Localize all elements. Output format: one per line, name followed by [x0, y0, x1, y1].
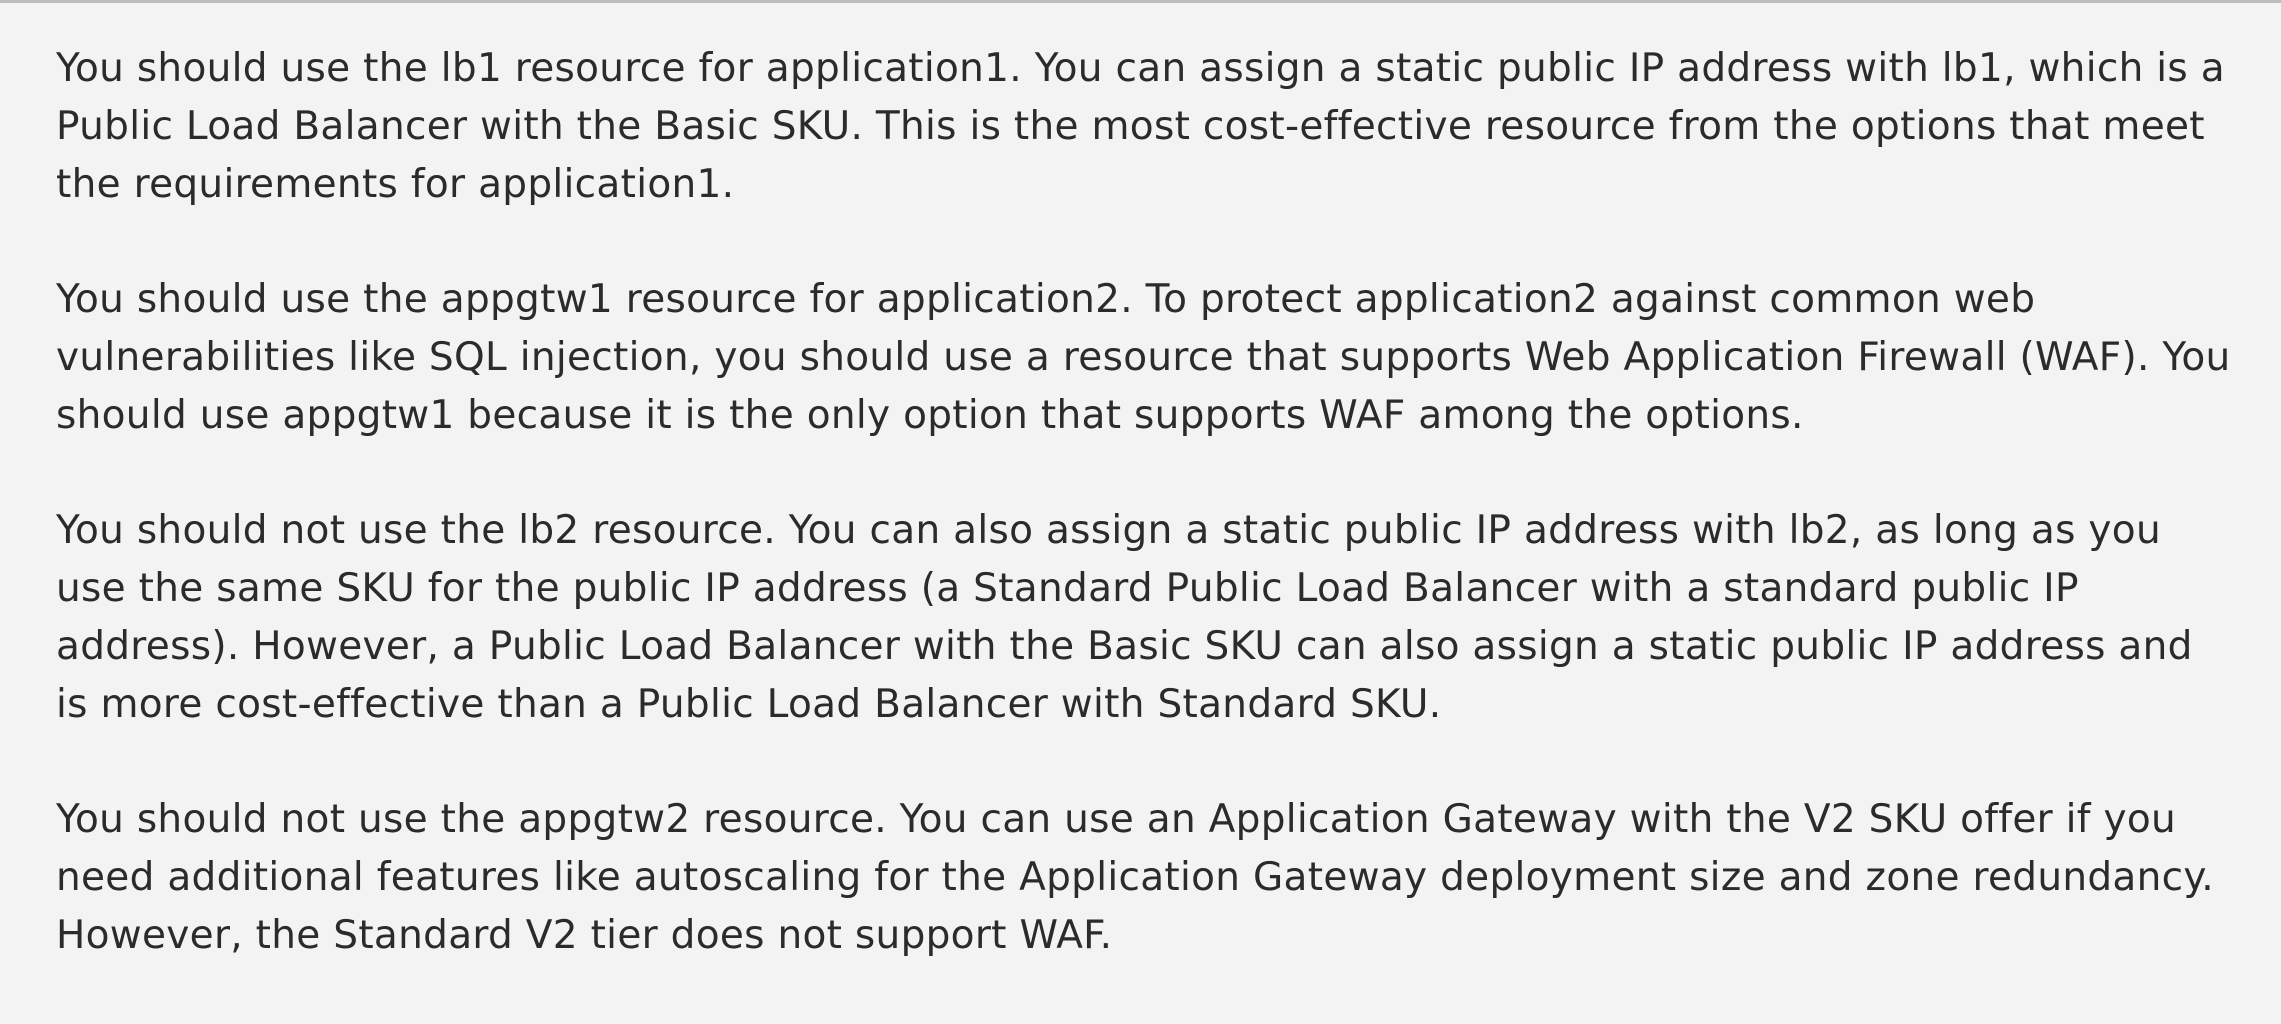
explanation-panel: You should use the lb1 resource for appl…: [56, 40, 2236, 1022]
explanation-paragraph-lb1: You should use the lb1 resource for appl…: [56, 46, 2225, 207]
explanation-paragraph-appgtw1: You should use the appgtw1 resource for …: [56, 277, 2231, 438]
explanation-paragraph-lb2: You should not use the lb2 resource. You…: [56, 508, 2193, 727]
top-divider: [0, 0, 2281, 3]
explanation-paragraph-appgtw2: You should not use the appgtw2 resource.…: [56, 797, 2214, 958]
